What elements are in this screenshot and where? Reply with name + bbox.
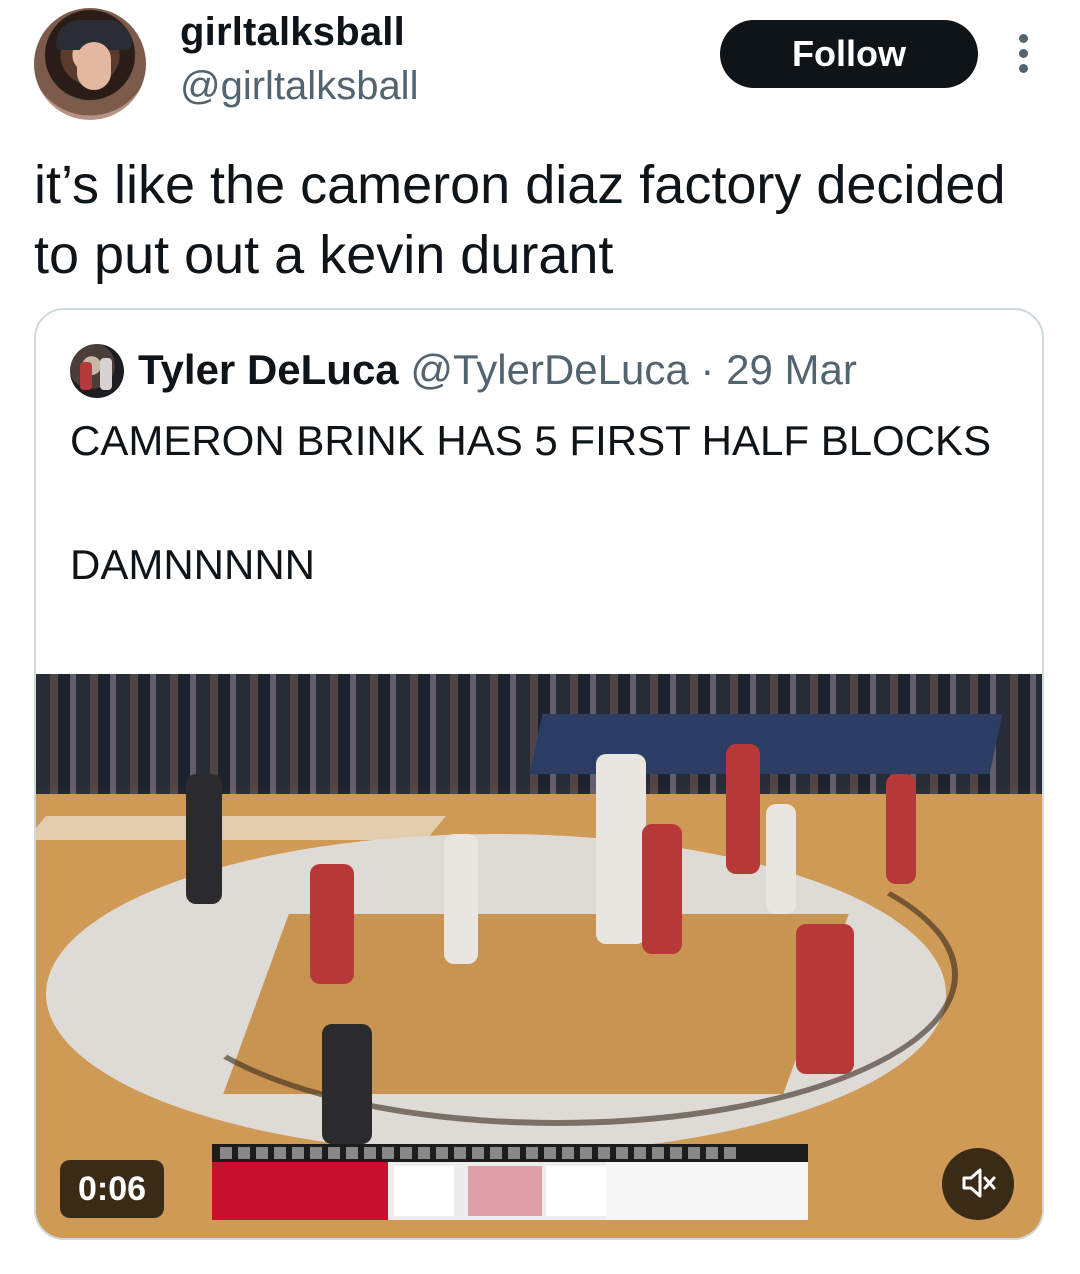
more-options-icon[interactable] xyxy=(1012,34,1034,76)
avatar-face xyxy=(77,42,111,90)
author-display-name[interactable]: girltalksball xyxy=(180,10,405,55)
video-referee xyxy=(322,1024,372,1144)
video-scoreboard-graphic xyxy=(212,1144,808,1220)
video-timer: 0:06 xyxy=(60,1160,164,1218)
follow-button[interactable]: Follow xyxy=(720,20,978,88)
video-player-red xyxy=(310,864,354,984)
speaker-muted-icon xyxy=(958,1163,998,1206)
video-player[interactable]: 0:06 xyxy=(36,674,1042,1238)
quoted-tweet-header: Tyler DeLuca @TylerDeLuca · 29 Mar xyxy=(138,344,857,396)
quoted-tweet-text: CAMERON BRINK HAS 5 FIRST HALF BLOCKS DA… xyxy=(70,417,992,588)
video-player-red xyxy=(642,824,682,954)
video-player-red xyxy=(726,744,760,874)
video-baseline xyxy=(36,816,447,840)
author-handle[interactable]: @girltalksball xyxy=(180,64,418,109)
mute-button[interactable] xyxy=(942,1148,1014,1220)
video-player-white xyxy=(596,754,646,944)
quoted-tweet-card[interactable]: Tyler DeLuca @TylerDeLuca · 29 Mar CAMER… xyxy=(34,308,1044,1240)
quoted-author-handle[interactable]: @TylerDeLuca xyxy=(410,346,688,393)
video-player-white xyxy=(444,834,478,964)
quoted-author-name[interactable]: Tyler DeLuca xyxy=(138,346,399,393)
video-player-white xyxy=(766,804,796,914)
video-player-red xyxy=(886,774,916,884)
video-player-red xyxy=(796,924,854,1074)
author-avatar[interactable] xyxy=(34,8,146,120)
quoted-tweet-date[interactable]: 29 Mar xyxy=(726,346,857,393)
video-referee xyxy=(186,774,222,904)
header-separator: · xyxy=(700,346,715,393)
quoted-author-avatar[interactable] xyxy=(70,344,124,398)
tweet-text: it’s like the cameron diaz factory decid… xyxy=(34,155,1006,285)
